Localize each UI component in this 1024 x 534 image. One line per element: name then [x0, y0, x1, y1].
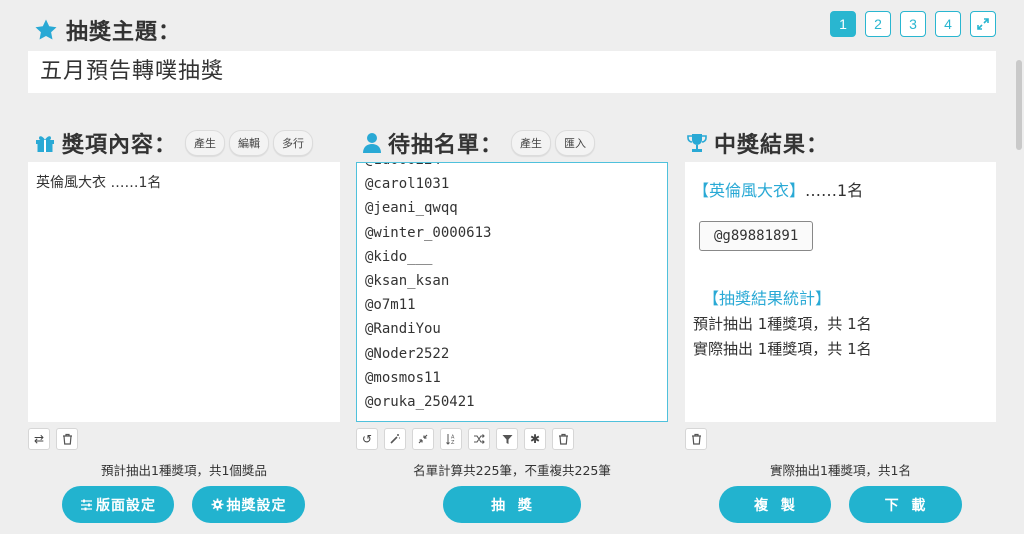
retweet-icon: ⇄ — [33, 432, 45, 446]
gift-icon — [36, 136, 54, 152]
page-1-button[interactable]: 1 — [830, 11, 856, 37]
copy-label: 複 製 — [754, 497, 796, 514]
asterisk-button[interactable]: ✱ — [524, 428, 546, 450]
filter-icon — [502, 434, 512, 444]
shuffle-button[interactable] — [468, 428, 490, 450]
undo-button[interactable]: ↺ — [356, 428, 378, 450]
sort-alpha-icon: AZ — [446, 434, 455, 445]
topic-heading: 抽獎主題： — [34, 14, 181, 46]
svg-text:Z: Z — [451, 440, 455, 445]
draw-label: 抽 獎 — [491, 497, 533, 514]
results-summary: 實際抽出1種獎項，共1名 — [770, 463, 911, 478]
candidates-generate-button[interactable]: 產生 — [511, 130, 552, 156]
list-item: @oruka_250421 — [365, 393, 475, 410]
results-delete-button[interactable] — [685, 428, 707, 450]
prizes-textarea[interactable]: 英倫風大衣 ……1名 — [28, 162, 340, 422]
filter-button[interactable] — [496, 428, 518, 450]
prizes-heading: 獎項內容： 產生 編輯 多行 — [34, 127, 317, 159]
candidates-toolbar: ↺ AZ ✱ — [356, 428, 574, 450]
compress-icon — [418, 434, 428, 444]
prizes-summary: 預計抽出1種獎項，共1個獎品 — [101, 463, 267, 478]
results-heading: 中獎結果： — [686, 127, 837, 159]
user-icon — [363, 133, 381, 153]
page-switcher: 1 2 3 4 — [830, 11, 996, 37]
page-3-button[interactable]: 3 — [900, 11, 926, 37]
stats-title: 【抽獎結果統計】 — [703, 289, 832, 308]
undo-icon: ↺ — [361, 432, 373, 446]
gear-icon — [211, 498, 223, 511]
list-item: @Noder2522 — [365, 345, 450, 362]
list-item: @winter_0000613 — [365, 224, 492, 241]
page-2-button[interactable]: 2 — [865, 11, 891, 37]
winner-badge: @g89881891 — [699, 221, 814, 251]
page-4-button[interactable]: 4 — [935, 11, 961, 37]
sort-button[interactable]: AZ — [440, 428, 462, 450]
repeat-button[interactable]: ⇄ — [28, 428, 50, 450]
star-icon — [35, 19, 57, 40]
results-label: 中獎結果： — [714, 133, 830, 158]
candidates-textarea[interactable]: @1d000224 @carol1031 @jeani_qwqq @winter… — [356, 162, 668, 422]
list-item: @mosmos11 — [365, 369, 441, 386]
prize-entry: 英倫風大衣 ……1名 — [36, 175, 162, 191]
topic-label: 抽獎主題： — [66, 20, 182, 45]
results-toolbar — [685, 428, 707, 450]
result-prize-count: ……1名 — [805, 181, 864, 200]
result-prize-heading: 【英倫風大衣】……1名 — [685, 162, 996, 201]
expand-icon — [977, 18, 989, 30]
draw-settings-button[interactable]: 抽獎設定 — [192, 486, 305, 523]
layout-settings-button[interactable]: 版面設定 — [62, 486, 174, 523]
candidates-label: 待抽名單： — [388, 133, 504, 158]
candidates-summary: 名單計算共225筆，不重複共225筆 — [413, 463, 611, 478]
copy-button[interactable]: 複 製 — [719, 486, 831, 523]
list-item: @jeani_qwqq — [365, 200, 458, 217]
prizes-toolbar: ⇄ — [28, 428, 78, 450]
list-item: @carol1031 — [365, 176, 450, 193]
trash-icon — [691, 433, 701, 445]
magic-wand-icon — [390, 434, 400, 444]
results-panel: 【英倫風大衣】……1名 @g89881891 【抽獎結果統計】 預計抽出 1種獎… — [685, 162, 996, 422]
trophy-icon — [687, 134, 707, 152]
layout-settings-label: 版面設定 — [96, 497, 156, 514]
compress-button[interactable] — [412, 428, 434, 450]
draw-button[interactable]: 抽 獎 — [443, 486, 581, 523]
list-item: @RandiYou — [365, 321, 441, 338]
prizes-edit-button[interactable]: 編輯 — [229, 130, 270, 156]
prizes-generate-button[interactable]: 產生 — [185, 130, 226, 156]
download-button[interactable]: 下 載 — [849, 486, 962, 523]
list-item: @o7m11 — [365, 297, 416, 314]
sliders-icon — [81, 499, 92, 510]
expand-button[interactable] — [970, 11, 996, 37]
list-item: @kido___ — [365, 248, 433, 265]
prizes-label: 獎項內容： — [62, 133, 178, 158]
candidates-heading: 待抽名單： 產生 匯入 — [362, 127, 599, 159]
prizes-delete-button[interactable] — [56, 428, 78, 450]
magic-button[interactable] — [384, 428, 406, 450]
stats-planned: 預計抽出 1種獎項，共 1名 — [693, 315, 872, 333]
candidates-import-button[interactable]: 匯入 — [555, 130, 596, 156]
page-scrollbar[interactable] — [1016, 60, 1024, 150]
topic-input[interactable]: 五月預告轉噗抽獎 — [28, 51, 996, 93]
list-item: @ksan_ksan — [365, 272, 450, 289]
asterisk-icon: ✱ — [529, 432, 541, 446]
trash-icon — [558, 433, 568, 445]
shuffle-icon — [474, 434, 485, 444]
download-label: 下 載 — [884, 497, 927, 514]
stats-actual: 實際抽出 1種獎項，共 1名 — [693, 340, 872, 358]
prizes-multiline-button[interactable]: 多行 — [273, 130, 314, 156]
candidates-delete-button[interactable] — [552, 428, 574, 450]
list-item-partial: @1d000224 — [365, 163, 667, 172]
result-prize-title: 【英倫風大衣】 — [693, 181, 806, 200]
trash-icon — [62, 433, 72, 445]
draw-settings-label: 抽獎設定 — [226, 497, 287, 514]
